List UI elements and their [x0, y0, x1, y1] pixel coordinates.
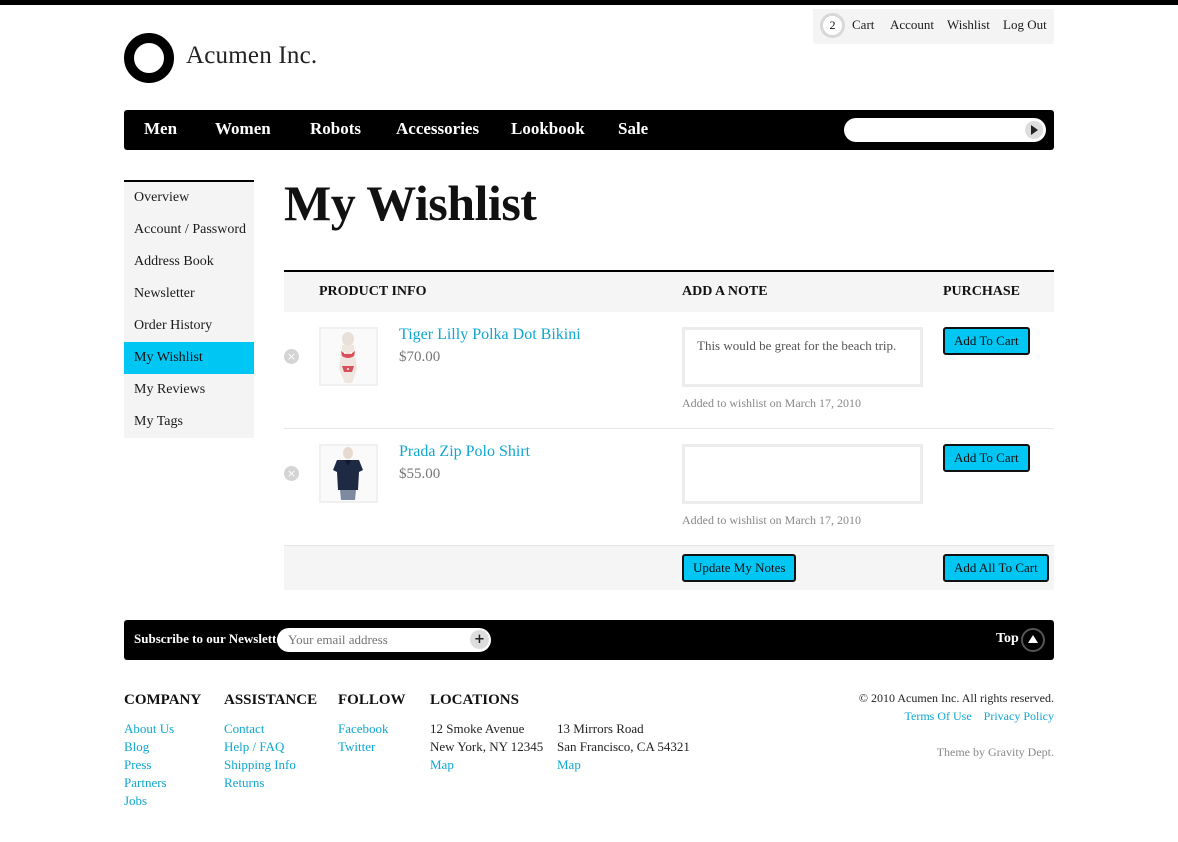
add-to-cart-button[interactable]: Add To Cart [943, 444, 1030, 472]
polo-shirt-image-icon [321, 446, 376, 501]
footer-link-about-us[interactable]: About Us [124, 721, 174, 737]
nav-accessories[interactable]: Accessories [396, 119, 479, 139]
footer-link-press[interactable]: Press [124, 757, 151, 773]
footer-heading-company: COMPANY [124, 692, 202, 708]
product-thumbnail[interactable] [319, 327, 378, 386]
update-notes-button[interactable]: Update My Notes [682, 554, 797, 582]
wishlist-link[interactable]: Wishlist [947, 17, 990, 33]
legal-links: Terms Of Use Privacy Policy [905, 709, 1054, 724]
add-all-to-cart-button[interactable]: Add All To Cart [943, 554, 1049, 582]
footer-link-returns[interactable]: Returns [224, 775, 264, 791]
bikini-image-icon [321, 329, 376, 384]
footer-heading-follow: FOLLOW [338, 692, 406, 708]
newsletter-bar: Subscribe to our Newsletter + Top [124, 620, 1054, 660]
column-header-product: PRODUCT INFO [319, 284, 427, 299]
sidebar-item-address-book[interactable]: Address Book [124, 246, 254, 278]
location-city: New York, NY 12345 [430, 739, 544, 754]
product-name-link[interactable]: Tiger Lilly Polka Dot Bikini [399, 326, 581, 344]
cart-link[interactable]: Cart [852, 17, 874, 33]
product-price: $55.00 [399, 466, 441, 482]
arrow-up-icon[interactable] [1021, 628, 1045, 652]
footer-link-facebook[interactable]: Facebook [338, 721, 389, 737]
nav-sale[interactable]: Sale [618, 119, 648, 139]
back-to-top-link[interactable]: Top [996, 631, 1019, 647]
table-row: × Prada Zip Polo Shirt $55.00 Added to w… [284, 429, 1054, 546]
sidebar-item-my-reviews[interactable]: My Reviews [124, 374, 254, 406]
sidebar-item-account-password[interactable]: Account / Password [124, 214, 254, 246]
remove-item-icon[interactable]: × [284, 466, 299, 481]
footer-link-shipping-info[interactable]: Shipping Info [224, 757, 296, 773]
footer-link-blog[interactable]: Blog [124, 739, 149, 755]
location-map-link[interactable]: Map [430, 757, 454, 773]
note-textarea[interactable]: This would be great for the beach trip. [682, 327, 923, 387]
search-submit-icon[interactable] [1025, 121, 1043, 139]
add-to-cart-button[interactable]: Add To Cart [943, 327, 1030, 355]
terms-of-use-link[interactable]: Terms Of Use [905, 709, 972, 723]
account-link[interactable]: Account [890, 17, 934, 33]
top-border [0, 0, 1178, 5]
page-title: My Wishlist [284, 175, 537, 231]
nav-robots[interactable]: Robots [310, 119, 361, 139]
copyright: © 2010 Acumen Inc. All rights reserved. [858, 691, 1054, 705]
brand-name[interactable]: Acumen Inc. [186, 42, 317, 70]
footer-link-twitter[interactable]: Twitter [338, 739, 375, 755]
logo-circle-icon[interactable] [124, 33, 174, 83]
newsletter-email-input[interactable] [277, 628, 491, 652]
added-date: Added to wishlist on March 17, 2010 [682, 396, 861, 410]
logout-link[interactable]: Log Out [1003, 17, 1047, 33]
table-header: PRODUCT INFO ADD A NOTE PURCHASE [284, 270, 1054, 312]
product-name-link[interactable]: Prada Zip Polo Shirt [399, 443, 530, 461]
location-street: 12 Smoke Avenue [430, 721, 525, 736]
sidebar-item-newsletter[interactable]: Newsletter [124, 278, 254, 310]
search-input[interactable] [844, 118, 1046, 142]
sidebar-item-my-tags[interactable]: My Tags [124, 406, 254, 438]
column-header-note: ADD A NOTE [682, 284, 768, 299]
location-street: 13 Mirrors Road [557, 721, 644, 736]
footer-link-jobs[interactable]: Jobs [124, 793, 147, 809]
cart-count-badge[interactable]: 2 [820, 13, 845, 38]
remove-item-icon[interactable]: × [284, 349, 299, 364]
table-row: × Tiger Lilly Polka Dot Bikini $70.00 Th… [284, 312, 1054, 429]
account-sidebar: Overview Account / Password Address Book… [124, 180, 254, 438]
footer-link-help-faq[interactable]: Help / FAQ [224, 739, 284, 755]
added-date: Added to wishlist on March 17, 2010 [682, 513, 861, 527]
location-map-link[interactable]: Map [557, 757, 581, 773]
newsletter-label: Subscribe to our Newsletter [134, 631, 288, 646]
sidebar-item-my-wishlist[interactable]: My Wishlist [124, 342, 254, 374]
sidebar-item-overview[interactable]: Overview [124, 182, 254, 214]
footer-link-contact[interactable]: Contact [224, 721, 264, 737]
product-price: $70.00 [399, 349, 441, 365]
column-header-purchase: PURCHASE [943, 284, 1021, 299]
table-footer: Update My Notes Add All To Cart [284, 546, 1054, 590]
note-textarea[interactable] [682, 444, 923, 504]
newsletter-submit-plus-icon[interactable]: + [470, 630, 489, 649]
nav-women[interactable]: Women [215, 119, 271, 139]
privacy-policy-link[interactable]: Privacy Policy [984, 709, 1054, 723]
footer-heading-locations: LOCATIONS [430, 692, 519, 708]
utility-bar: 2 Cart Account Wishlist Log Out [813, 9, 1054, 44]
nav-lookbook[interactable]: Lookbook [511, 119, 585, 139]
product-thumbnail[interactable] [319, 444, 378, 503]
wishlist-table: PRODUCT INFO ADD A NOTE PURCHASE × Tiger… [284, 270, 1054, 590]
sidebar-item-order-history[interactable]: Order History [124, 310, 254, 342]
theme-credit: Theme by Gravity Dept. [936, 745, 1054, 759]
footer-link-partners[interactable]: Partners [124, 775, 167, 791]
main-nav: Men Women Robots Accessories Lookbook Sa… [124, 110, 1054, 150]
location-city: San Francisco, CA 54321 [557, 739, 690, 754]
footer-heading-assistance: ASSISTANCE [224, 692, 318, 708]
nav-men[interactable]: Men [144, 119, 177, 139]
